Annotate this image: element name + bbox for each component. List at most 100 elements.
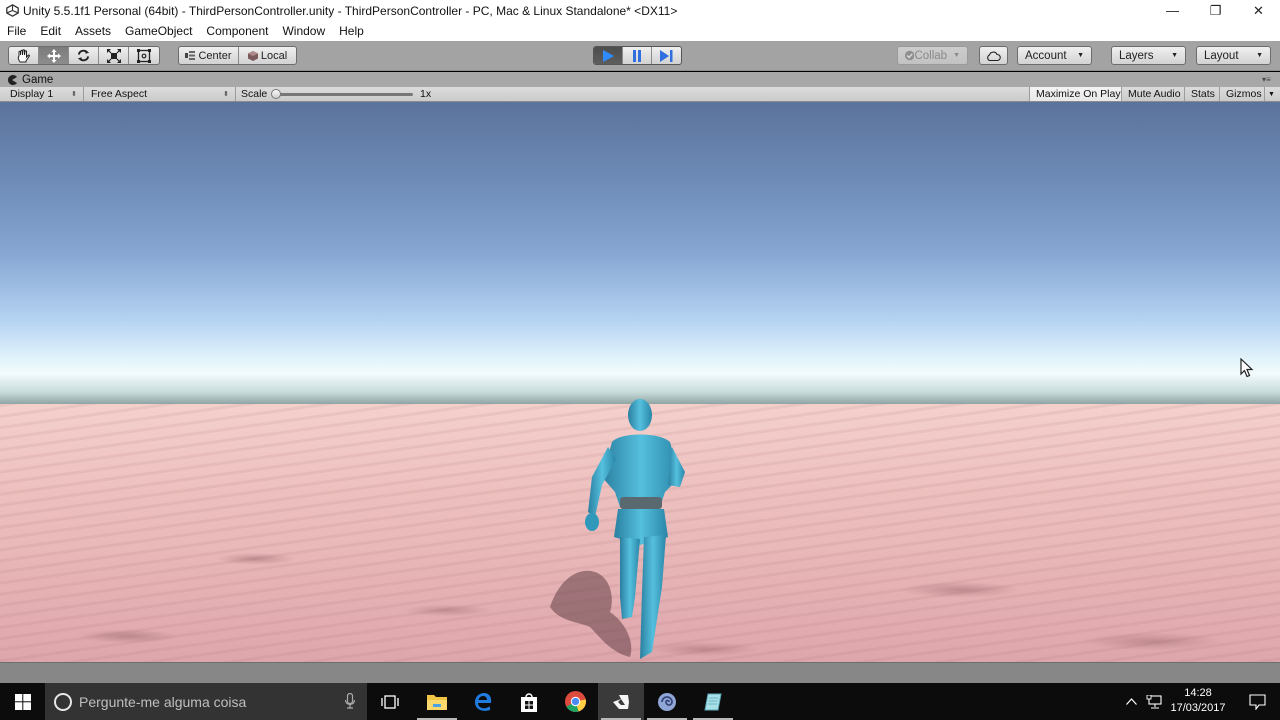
menu-bar: File Edit Assets GameObject Component Wi… bbox=[0, 21, 1280, 41]
rect-tool-button[interactable] bbox=[129, 47, 159, 64]
menu-help[interactable]: Help bbox=[339, 24, 364, 38]
scale-icon bbox=[106, 48, 121, 63]
window-title-bar: Unity 5.5.1f1 Personal (64bit) - ThirdPe… bbox=[0, 0, 1280, 21]
scale-tool-button[interactable] bbox=[99, 47, 129, 64]
unity-taskbar-button[interactable] bbox=[598, 683, 644, 720]
show-hidden-icons-button[interactable] bbox=[1120, 683, 1142, 720]
character-head bbox=[628, 399, 652, 431]
cloud-button[interactable] bbox=[979, 46, 1008, 65]
minimize-icon: — bbox=[1166, 3, 1179, 18]
menu-window[interactable]: Window bbox=[282, 24, 325, 38]
updown-arrows-icon: ⬍ bbox=[223, 91, 229, 98]
swirl-app-icon bbox=[658, 692, 676, 711]
game-viewport[interactable] bbox=[0, 102, 1280, 662]
network-icon bbox=[1146, 694, 1162, 709]
minimize-button[interactable]: — bbox=[1151, 0, 1194, 21]
hand-icon bbox=[17, 48, 30, 62]
file-explorer-button[interactable] bbox=[414, 683, 460, 720]
caret-down-icon: ▼ bbox=[953, 52, 960, 59]
window-title: Unity 5.5.1f1 Personal (64bit) - ThirdPe… bbox=[23, 3, 678, 18]
collab-dropdown[interactable]: Collab ▼ bbox=[897, 46, 968, 65]
account-dropdown[interactable]: Account ▼ bbox=[1017, 46, 1092, 65]
gizmos-toggle[interactable]: Gizmos bbox=[1220, 87, 1265, 101]
action-center-button[interactable] bbox=[1234, 683, 1280, 720]
panel-menu-icon[interactable]: ▾≡ bbox=[1262, 75, 1274, 84]
notepad-app-button[interactable] bbox=[690, 683, 736, 720]
stats-toggle[interactable]: Stats bbox=[1185, 87, 1220, 101]
scale-slider-thumb[interactable] bbox=[271, 89, 281, 99]
gizmos-dropdown[interactable]: ▼ bbox=[1265, 87, 1280, 101]
unity-icon bbox=[613, 694, 629, 709]
task-view-button[interactable] bbox=[367, 683, 413, 720]
rect-icon bbox=[137, 48, 151, 63]
game-tab-label: Game bbox=[22, 73, 54, 86]
unity-status-bar bbox=[0, 662, 1280, 683]
pivot-mode-label: Center bbox=[198, 49, 232, 62]
pivot-mode-button[interactable]: Center bbox=[179, 47, 239, 64]
step-button[interactable] bbox=[652, 47, 681, 64]
pivot-rotation-button[interactable]: Local bbox=[239, 47, 296, 64]
pivot-center-icon bbox=[185, 51, 196, 60]
menu-edit[interactable]: Edit bbox=[40, 24, 61, 38]
mute-audio-label: Mute Audio bbox=[1128, 88, 1181, 100]
pivot-rotation-label: Local bbox=[260, 49, 288, 62]
scale-value: 1x bbox=[420, 88, 432, 100]
game-tab[interactable]: Game bbox=[7, 72, 53, 87]
microphone-icon[interactable] bbox=[345, 693, 355, 709]
maximize-on-play-label: Maximize On Play bbox=[1036, 88, 1121, 100]
start-button[interactable] bbox=[0, 683, 45, 720]
hand-tool-button[interactable] bbox=[9, 47, 39, 64]
search-placeholder: Pergunte-me alguma coisa bbox=[79, 693, 247, 710]
cortana-search-box[interactable]: Pergunte-me alguma coisa bbox=[45, 683, 367, 720]
chrome-icon bbox=[564, 691, 586, 712]
swirl-app-button[interactable] bbox=[644, 683, 690, 720]
scale-slider-track[interactable] bbox=[277, 93, 413, 96]
menu-gameobject[interactable]: GameObject bbox=[125, 24, 192, 38]
display-select[interactable]: Display 1 ⬍ bbox=[0, 87, 84, 101]
clock-date: 17/03/2017 bbox=[1170, 702, 1226, 714]
cloud-icon bbox=[987, 51, 1001, 61]
layout-label: Layout bbox=[1204, 49, 1239, 62]
menu-file[interactable]: File bbox=[7, 24, 26, 38]
step-icon bbox=[660, 49, 673, 62]
menu-component[interactable]: Component bbox=[206, 24, 268, 38]
folder-icon bbox=[427, 695, 447, 710]
maximize-on-play-toggle[interactable]: Maximize On Play bbox=[1029, 87, 1122, 101]
chrome-button[interactable] bbox=[552, 683, 598, 720]
third-person-character bbox=[550, 399, 685, 659]
account-label: Account bbox=[1025, 49, 1067, 62]
character-left-leg bbox=[620, 537, 640, 619]
system-clock[interactable]: 14:28 17/03/2017 bbox=[1164, 686, 1232, 716]
notepad-icon bbox=[704, 693, 722, 710]
game-view-toolbar: Display 1 ⬍ Free Aspect ⬍ Scale 1x Maxim… bbox=[0, 87, 1280, 102]
unity-toolbar: Center Local Collab ▼ Account ▼ Layers ▼ bbox=[0, 41, 1280, 71]
store-icon bbox=[521, 692, 537, 712]
chevron-up-icon bbox=[1125, 698, 1137, 705]
store-button[interactable] bbox=[506, 683, 552, 720]
layers-dropdown[interactable]: Layers ▼ bbox=[1111, 46, 1186, 65]
windows-logo-icon bbox=[14, 693, 31, 710]
rotate-tool-button[interactable] bbox=[69, 47, 99, 64]
close-button[interactable]: ✕ bbox=[1237, 0, 1280, 21]
skybox bbox=[0, 102, 1280, 404]
move-tool-button[interactable] bbox=[39, 47, 69, 64]
menu-assets[interactable]: Assets bbox=[75, 24, 111, 38]
character-belt bbox=[620, 497, 662, 509]
caret-down-icon: ▼ bbox=[1268, 90, 1275, 98]
network-status-button[interactable] bbox=[1142, 683, 1166, 720]
playback-controls bbox=[593, 46, 682, 65]
mute-audio-toggle[interactable]: Mute Audio bbox=[1122, 87, 1185, 101]
scale-label: Scale bbox=[241, 88, 268, 100]
pacman-game-icon bbox=[8, 74, 17, 85]
layout-dropdown[interactable]: Layout ▼ bbox=[1196, 46, 1271, 65]
aspect-select[interactable]: Free Aspect ⬍ bbox=[84, 87, 236, 101]
caret-down-icon: ▼ bbox=[1171, 52, 1178, 59]
character-shadow bbox=[550, 570, 632, 657]
edge-button[interactable] bbox=[460, 683, 506, 720]
aspect-select-value: Free Aspect bbox=[91, 88, 148, 100]
pause-button[interactable] bbox=[623, 47, 652, 64]
gizmos-label: Gizmos bbox=[1226, 88, 1262, 100]
restore-button[interactable]: ❐ bbox=[1194, 0, 1237, 21]
transform-tools bbox=[8, 46, 160, 65]
play-button[interactable] bbox=[594, 47, 623, 64]
